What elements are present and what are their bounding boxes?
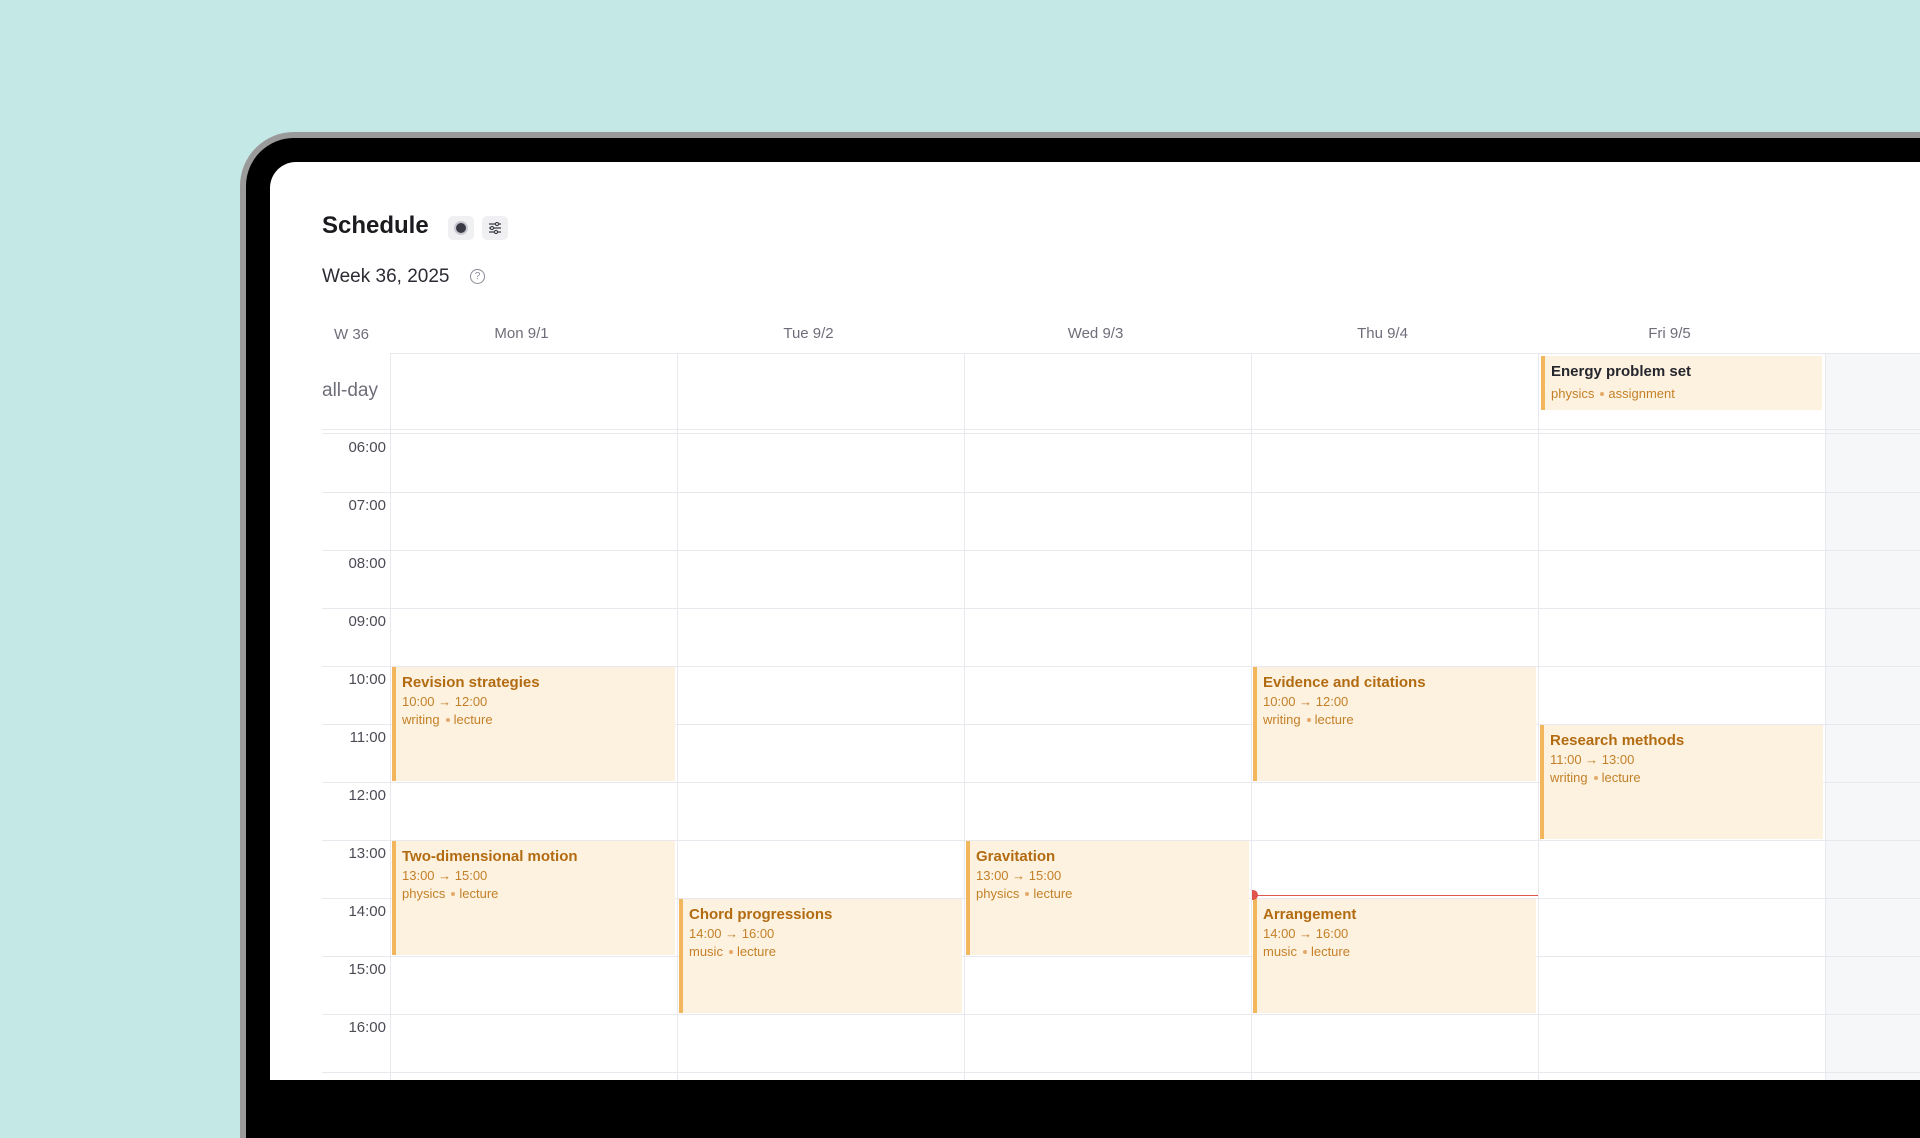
allday-event[interactable]: Energy problem set physics assignment (1541, 356, 1822, 410)
weekend-column (1826, 353, 1920, 1080)
event-title: Evidence and citations (1263, 674, 1426, 691)
event-title: Energy problem set (1551, 363, 1692, 380)
event-time: 13:00 → 15:00 (976, 868, 1062, 883)
day-header-wed[interactable]: Wed 9/3 (952, 325, 1239, 342)
event-tags: music lecture (1263, 944, 1536, 959)
hour-label: 09:00 (348, 613, 386, 630)
grid-line (677, 353, 678, 1080)
week-number: W 36 (334, 326, 370, 343)
event-tags: physics lecture (976, 886, 1249, 901)
grid-line (1825, 353, 1826, 1080)
settings-button[interactable] (482, 216, 508, 240)
hour-label: 14:00 (348, 903, 386, 920)
event-tag: writing (1263, 712, 1301, 727)
grid-line (390, 353, 391, 1080)
help-icon[interactable]: ? (470, 269, 485, 284)
event-tag: lecture (453, 712, 493, 727)
day-header-fri[interactable]: Fri 9/5 (1526, 325, 1813, 342)
page-title: Schedule (322, 212, 429, 239)
record-button[interactable] (448, 216, 474, 240)
event-tags: physics lecture (402, 886, 675, 901)
event-tag: physics (402, 886, 446, 901)
grid-line (322, 429, 1920, 430)
allday-label: all-day (322, 380, 378, 401)
event-tag: lecture (1314, 712, 1354, 727)
event-time: 13:00 → 15:00 (402, 868, 488, 883)
record-dot-icon (456, 223, 466, 233)
grid-line (322, 956, 1920, 957)
grid-line (1251, 353, 1252, 1080)
grid-line (322, 433, 1920, 434)
event-tag: assignment (1608, 386, 1675, 401)
hour-label: 11:00 (349, 729, 386, 746)
event-title: Arrangement (1263, 906, 1357, 923)
hour-label: 07:00 (348, 497, 386, 514)
event-tag: physics (976, 886, 1020, 901)
grid-line (1538, 353, 1539, 1080)
sliders-icon (489, 222, 501, 234)
event-gravitation[interactable]: Gravitation 13:00 → 15:00 physics lecture (966, 841, 1249, 955)
event-tag: lecture (736, 944, 776, 959)
event-time: 10:00 → 12:00 (402, 694, 488, 709)
event-tag: lecture (1310, 944, 1350, 959)
event-tags: physics assignment (1551, 386, 1822, 401)
hour-label: 13:00 (348, 845, 386, 862)
event-revision-strategies[interactable]: Revision strategies 10:00 → 12:00 writin… (392, 667, 675, 781)
hour-label: 06:00 (348, 439, 386, 456)
grid-line (322, 1072, 1920, 1073)
hour-label: 10:00 (348, 671, 386, 688)
event-tags: writing lecture (1263, 712, 1536, 727)
event-tags: writing lecture (402, 712, 675, 727)
event-tag: writing (1550, 770, 1588, 785)
event-title: Revision strategies (402, 674, 540, 691)
event-tags: writing lecture (1550, 770, 1823, 785)
event-time: 14:00 → 16:00 (1263, 926, 1349, 941)
week-title: Week 36, 2025 (322, 266, 450, 287)
day-header-mon[interactable]: Mon 9/1 (378, 325, 665, 342)
hour-label: 15:00 (348, 961, 386, 978)
event-tag: music (689, 944, 723, 959)
grid-line (322, 492, 1920, 493)
hour-label: 12:00 (348, 787, 386, 804)
event-tag: lecture (1033, 886, 1073, 901)
day-header-tue[interactable]: Tue 9/2 (665, 325, 952, 342)
event-tag: lecture (459, 886, 499, 901)
hour-label: 08:00 (348, 555, 386, 572)
grid-line (322, 1014, 1920, 1015)
event-arrangement[interactable]: Arrangement 14:00 → 16:00 music lecture (1253, 899, 1536, 1013)
event-tag: physics (1551, 386, 1595, 401)
event-research-methods[interactable]: Research methods 11:00 → 13:00 writing le… (1540, 725, 1823, 839)
grid-line (322, 608, 1920, 609)
event-tag: music (1263, 944, 1297, 959)
event-title: Two-dimensional motion (402, 848, 578, 865)
current-time-line (1252, 895, 1538, 896)
hour-label: 16:00 (348, 1019, 386, 1036)
event-tag: lecture (1601, 770, 1641, 785)
grid-line (964, 353, 965, 1080)
grid-line (390, 353, 1920, 354)
event-time: 14:00 → 16:00 (689, 926, 775, 941)
event-time: 10:00 → 12:00 (1263, 694, 1349, 709)
event-evidence-and-citations[interactable]: Evidence and citations 10:00 → 12:00 wri… (1253, 667, 1536, 781)
event-title: Gravitation (976, 848, 1056, 865)
event-title: Research methods (1550, 732, 1685, 749)
event-two-dimensional-motion[interactable]: Two-dimensional motion 13:00 → 15:00 phy… (392, 841, 675, 955)
event-chord-progressions[interactable]: Chord progressions 14:00 → 16:00 music le… (679, 899, 962, 1013)
app-screen: Schedule Week 36, 2025 ? W 36 Mon 9/1 Tu… (270, 162, 1920, 1080)
event-title: Chord progressions (689, 906, 833, 923)
day-header-thu[interactable]: Thu 9/4 (1239, 325, 1526, 342)
event-tag: writing (402, 712, 440, 727)
event-time: 11:00 → 13:00 (1550, 752, 1635, 767)
grid-line (322, 550, 1920, 551)
event-tags: music lecture (689, 944, 962, 959)
